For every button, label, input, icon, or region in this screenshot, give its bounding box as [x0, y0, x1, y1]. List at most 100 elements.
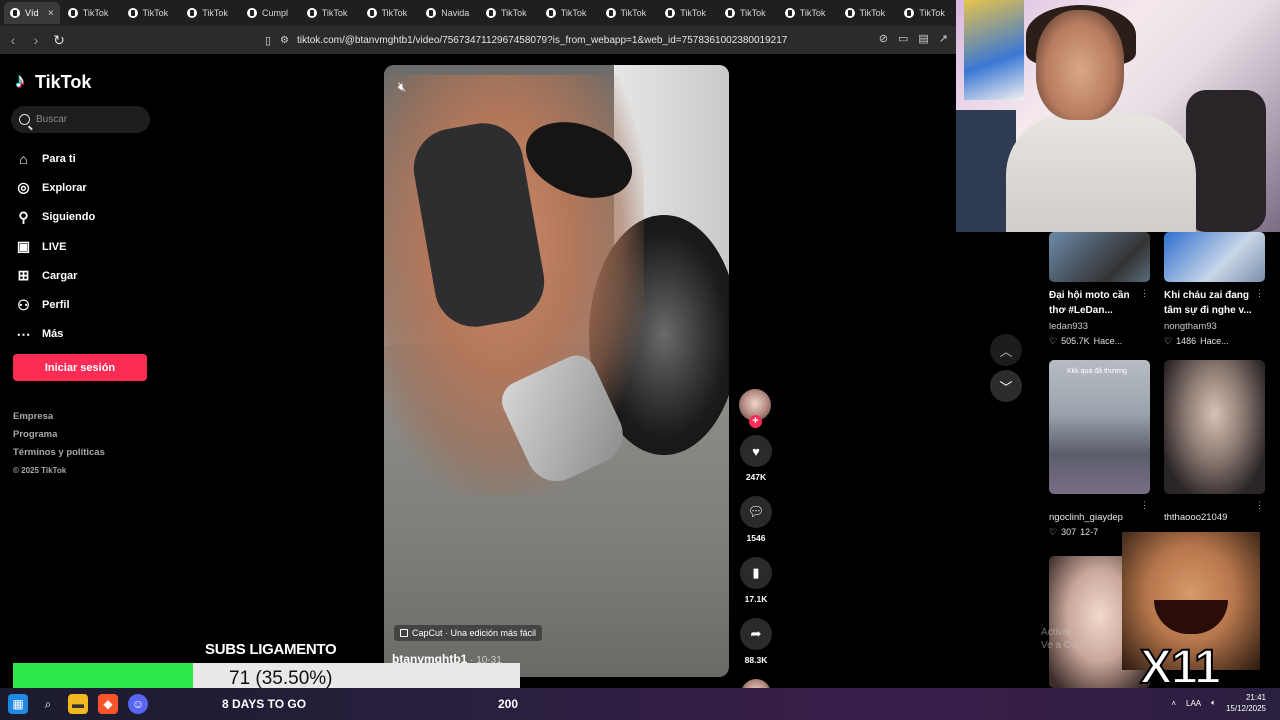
card-title[interactable]: Khi cháu zai đang tâm sự đi nghe v...: [1164, 288, 1256, 318]
browser-tab[interactable]: Cumpl: [241, 2, 299, 24]
tab-label: TikTok: [82, 8, 109, 18]
home-icon: ⌂: [19, 150, 28, 167]
watermark-line-2: Ve a Conf: [1041, 640, 1085, 651]
browser-tab[interactable]: TikTok: [122, 2, 180, 24]
browser-tab[interactable]: TikTok: [659, 2, 717, 24]
video-scroll-controls: ︿ ﹀: [990, 334, 1022, 406]
card-more-icon[interactable]: ⋮: [1140, 500, 1149, 511]
card-more-icon[interactable]: ⋮: [1140, 288, 1149, 299]
reader-icon[interactable]: ▤: [918, 32, 928, 45]
sidebar-item-cargar[interactable]: ⊞ Cargar: [15, 261, 95, 290]
card-thumbnail[interactable]: Kkk quá đã thương: [1049, 360, 1150, 494]
card-user[interactable]: ththaooo21049: [1164, 512, 1265, 523]
address-bar[interactable]: ⚙ tiktok.com/@btanvmghtb1/video/75673471…: [280, 32, 787, 49]
save-action[interactable]: ▮ 17.1K: [738, 557, 774, 604]
tab-label: TikTok: [501, 8, 527, 18]
grid-card[interactable]: Khi cháu zai đang tâm sự đi nghe v... no…: [1164, 232, 1265, 347]
card-thumbnail[interactable]: [1164, 360, 1265, 494]
card-thumbnail[interactable]: [1164, 232, 1265, 282]
search-box[interactable]: [11, 106, 150, 133]
tiktok-logo[interactable]: TikTok: [15, 70, 91, 93]
chevron-up-icon[interactable]: ︿: [990, 334, 1022, 366]
sidebar-item-live[interactable]: ▣ LIVE: [15, 232, 95, 261]
browser-tab[interactable]: TikTok: [181, 2, 239, 24]
cast-icon[interactable]: ▭: [898, 32, 908, 45]
sidebar-footer: Empresa Programa Términos y políticas © …: [13, 408, 105, 480]
card-user[interactable]: ngoclinh_giaydep: [1049, 512, 1150, 523]
url-text[interactable]: tiktok.com/@btanvmghtb1/video/7567347112…: [297, 35, 787, 46]
sidebar-item-siguiendo[interactable]: ⚲ Siguiendo: [15, 203, 95, 232]
card-more-icon[interactable]: ⋮: [1255, 500, 1264, 511]
browser-tab[interactable]: TikTok: [361, 2, 419, 24]
reload-icon[interactable]: ↻: [49, 30, 69, 50]
bookmark-icon[interactable]: ▯: [258, 30, 278, 50]
language-indicator[interactable]: LAA: [1186, 699, 1201, 708]
close-icon[interactable]: ×: [48, 8, 54, 19]
grid-card[interactable]: Kkk quá đã thương ngoclinh_giaydep ♡ 307…: [1049, 360, 1150, 538]
forward-icon[interactable]: ›: [26, 30, 46, 50]
bookmark-icon[interactable]: ▮: [740, 557, 772, 589]
card-thumbnail[interactable]: [1049, 232, 1150, 282]
comment-action[interactable]: 💬︎ 1546: [738, 496, 774, 543]
author-avatar[interactable]: +: [739, 389, 771, 428]
browser-tab[interactable]: TikTok: [600, 2, 658, 24]
footer-link-terminos[interactable]: Términos y políticas: [13, 444, 105, 462]
volume-icon[interactable]: 🔈︎: [1211, 698, 1216, 708]
heart-icon[interactable]: ♥: [740, 435, 772, 467]
brave-browser-icon[interactable]: ◆: [98, 694, 118, 714]
widgets-icon[interactable]: ▦: [8, 694, 28, 714]
site-info-icon[interactable]: ⚙: [280, 35, 289, 46]
browser-tab[interactable]: TikTok: [898, 2, 956, 24]
card-views: 505.7K: [1061, 336, 1090, 346]
like-action[interactable]: ♥ 247K: [738, 435, 774, 482]
browser-tab[interactable]: TikTok: [540, 2, 598, 24]
sidebar-item-explorar[interactable]: ◎ Explorar: [15, 173, 95, 202]
tiktok-favicon-icon: [247, 8, 258, 18]
mute-icon[interactable]: 🔇︎: [398, 79, 406, 95]
profile-icon: ⚇: [17, 296, 30, 313]
sidebar-item-mas[interactable]: ⋯ Más: [15, 320, 95, 349]
browser-tab[interactable]: TikTok: [719, 2, 777, 24]
follow-plus-icon[interactable]: +: [749, 415, 762, 428]
browser-tab[interactable]: TikTok: [301, 2, 359, 24]
chevron-down-icon[interactable]: ﹀: [990, 370, 1022, 402]
back-icon[interactable]: ‹: [3, 30, 23, 50]
search-icon[interactable]: ⌕: [38, 694, 58, 714]
sidebar-item-para-ti[interactable]: ⌂ Para ti: [15, 144, 95, 173]
browser-tab[interactable]: Víd ×: [4, 2, 60, 24]
sidebar-item-perfil[interactable]: ⚇ Perfil: [15, 290, 95, 319]
browser-tab[interactable]: Navida: [420, 2, 478, 24]
tiktok-favicon-icon: [605, 8, 616, 18]
tracking-icon[interactable]: ⊘: [879, 32, 888, 45]
card-title[interactable]: Đại hội moto cần thơ #LeDan...: [1049, 288, 1141, 318]
browser-tab[interactable]: TikTok: [480, 2, 538, 24]
search-input[interactable]: [36, 114, 136, 125]
comment-icon[interactable]: 💬︎: [740, 496, 772, 528]
grid-card[interactable]: ththaooo21049: [1164, 360, 1265, 523]
browser-tab[interactable]: TikTok: [839, 2, 897, 24]
card-user[interactable]: nongtham93: [1164, 321, 1265, 332]
share-icon[interactable]: ↗: [939, 32, 948, 45]
watermark-line-1: Activar: [1041, 627, 1072, 638]
login-button[interactable]: Iniciar sesión: [13, 354, 147, 381]
capcut-badge[interactable]: CapCut · Una edición más fácil: [394, 625, 543, 641]
card-user[interactable]: ledan933: [1049, 321, 1150, 332]
grid-card[interactable]: Đại hội moto cần thơ #LeDan... ledan933 …: [1049, 232, 1150, 347]
video-player[interactable]: 🔇︎ CapCut · Una edición más fácil btanvm…: [384, 65, 729, 677]
footer-link-empresa[interactable]: Empresa: [13, 408, 105, 426]
share-action[interactable]: ➦ 88.3K: [738, 618, 774, 665]
discord-icon[interactable]: ☺: [128, 694, 148, 714]
browser-tab[interactable]: TikTok: [779, 2, 837, 24]
following-icon: ⚲: [18, 208, 29, 225]
chevron-up-icon[interactable]: ˄: [1171, 699, 1176, 708]
browser-tab[interactable]: TikTok: [62, 2, 120, 24]
clock[interactable]: 21:41 15/12/2025: [1226, 692, 1266, 714]
card-more-icon[interactable]: ⋮: [1255, 288, 1264, 299]
days-to-go: 8 DAYS TO GO: [222, 697, 307, 711]
file-explorer-icon[interactable]: ▬: [68, 694, 88, 714]
footer-link-programa[interactable]: Programa: [13, 426, 105, 444]
compass-icon: ◎: [17, 179, 30, 196]
share-arrow-icon[interactable]: ➦: [740, 618, 772, 650]
tiktok-favicon-icon: [784, 8, 795, 18]
taskbar-apps: ▦ ⌕ ▬ ◆ ☺: [8, 694, 148, 714]
